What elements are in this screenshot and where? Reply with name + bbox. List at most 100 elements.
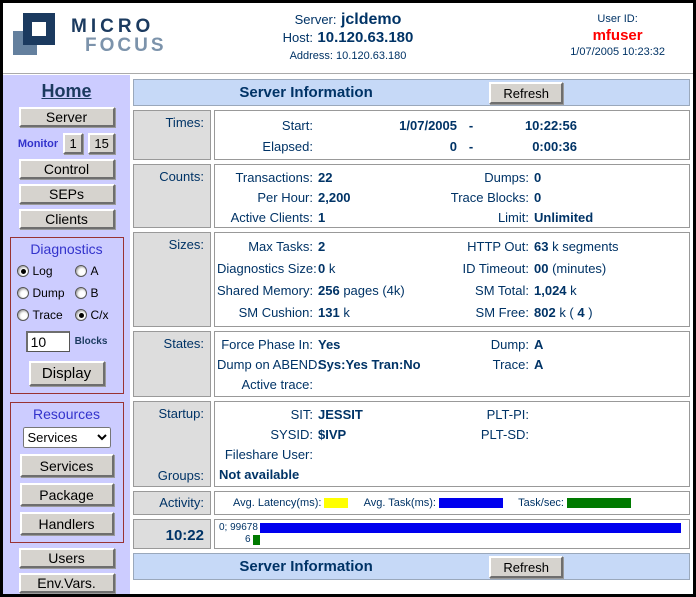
monitor-row: Monitor 1 15: [18, 133, 115, 154]
dumps-value: 0: [534, 170, 541, 185]
activity-legend: Avg. Latency(ms): Avg. Task(ms): Task/se…: [214, 491, 690, 515]
refresh-button-bottom[interactable]: Refresh: [489, 556, 563, 578]
activity-label: Activity:: [133, 491, 211, 515]
seps-button[interactable]: SEPs: [19, 184, 115, 204]
states-line: Dump on ABEND: Sys:Yes Tran:No Trace: A: [217, 355, 685, 375]
sizes-line: SM Cushion: 131 k SM Free: 802 k ( 4 ): [217, 302, 685, 324]
counts-line: Per Hour: 2,200 Trace Blocks: 0: [217, 188, 685, 208]
blocks-input[interactable]: [26, 331, 70, 352]
sm-cushion-value: 131: [318, 305, 340, 320]
header: MICRO FOCUS Server: jcldemo Host: 10.120…: [3, 3, 693, 74]
timestamp: 1/07/2005 10:23:32: [570, 46, 665, 58]
radio-option-cx: C/x: [75, 308, 117, 322]
a-radio[interactable]: [75, 265, 87, 277]
user-id-label: User ID:: [570, 13, 665, 25]
diagnostics-panel: Diagnostics Log A Dump B: [10, 237, 124, 394]
cx-radio[interactable]: [75, 309, 87, 321]
logo-text: MICRO FOCUS: [71, 17, 167, 55]
refresh-button-top[interactable]: Refresh: [489, 82, 563, 104]
trace-radio[interactable]: [17, 309, 29, 321]
ticker-content: 0; 99678 6: [214, 519, 690, 549]
transactions-value: 22: [318, 170, 332, 185]
sit-value: JESSIT: [318, 407, 363, 422]
diagnostics-title: Diagnostics: [30, 241, 102, 257]
micro-focus-logo: MICRO FOCUS: [13, 13, 167, 59]
app-window: MICRO FOCUS Server: jcldemo Host: 10.120…: [0, 0, 696, 597]
sizes-line: Diagnostics Size: 0 k ID Timeout: 00 (mi…: [217, 258, 685, 280]
monitor-15-button[interactable]: 15: [88, 133, 115, 154]
monitor-label: Monitor: [18, 138, 58, 150]
sizes-line: Shared Memory: 256 pages (4k) SM Total: …: [217, 280, 685, 302]
display-button[interactable]: Display: [29, 361, 105, 386]
sizes-content: Max Tasks: 2 HTTP Out: 63 k segments Dia…: [214, 232, 690, 327]
counts-row: Counts: Transactions: 22 Dumps: 0 Per Ho…: [133, 164, 690, 228]
elapsed-line: Elapsed: 0 - 0:00:36: [217, 136, 685, 157]
sm-free-value: 802: [534, 305, 556, 320]
b-radio[interactable]: [75, 287, 87, 299]
logo-square-dark: [23, 13, 55, 45]
ticker-line-2: 6: [245, 534, 685, 545]
server-info-table: Times: Start: 1/07/2005 - 10:22:56 Elaps…: [133, 110, 690, 580]
host-line: Host: 10.120.63.180: [283, 29, 414, 47]
elapsed-time: 0:00:36: [485, 136, 577, 157]
force-phase-in-value: Yes: [318, 337, 340, 352]
home-link[interactable]: Home: [41, 81, 91, 102]
startup-line: SIT: JESSIT PLT-PI:: [217, 405, 685, 425]
log-radio-label: Log: [33, 264, 53, 278]
sizes-line: Max Tasks: 2 HTTP Out: 63 k segments: [217, 236, 685, 258]
users-button[interactable]: Users: [19, 548, 115, 568]
sizes-label: Sizes:: [133, 232, 211, 327]
diagnostics-radio-group: Log A Dump B Trace: [17, 264, 117, 322]
sysid-value: $IVP: [318, 427, 346, 442]
task-swatch: [439, 498, 503, 508]
legend-avg-task: Avg. Task(ms):: [364, 497, 503, 509]
radio-option-dump: Dump: [17, 286, 75, 300]
startup-line: SYSID: $IVP PLT-SD:: [217, 425, 685, 445]
blocks-label: Blocks: [75, 336, 108, 347]
dump-radio-label: Dump: [33, 286, 65, 300]
envvars-button[interactable]: Env.Vars.: [19, 573, 115, 593]
task-sec-bar: [253, 535, 260, 545]
groups-value: Not available: [217, 465, 685, 485]
address-ip: 10.120.63.180: [336, 50, 406, 62]
ticker-line1-value: 0; 99678: [217, 522, 258, 533]
trace-state-value: A: [534, 357, 543, 372]
states-line: Active trace:: [217, 375, 685, 395]
radio-option-trace: Trace: [17, 308, 75, 322]
trace-blocks-value: 0: [534, 190, 541, 205]
states-label: States:: [133, 331, 211, 397]
services-button[interactable]: Services: [20, 454, 114, 477]
monitor-1-button[interactable]: 1: [63, 133, 83, 154]
http-out-value: 63: [534, 239, 548, 254]
host-ip: 10.120.63.180: [317, 29, 413, 46]
logo-line2: FOCUS: [85, 36, 167, 55]
user-id-value: mfuser: [570, 27, 665, 44]
startup-content: SIT: JESSIT PLT-PI: SYSID: $IVP PLT-SD: …: [214, 401, 690, 487]
handlers-button[interactable]: Handlers: [20, 512, 114, 535]
radio-option-a: A: [75, 264, 117, 278]
server-line: Server: jcldemo: [283, 11, 414, 29]
resources-select[interactable]: Services: [23, 427, 111, 448]
logo-line1: MICRO: [71, 17, 167, 36]
footer-title: Server Information: [134, 558, 478, 575]
server-button[interactable]: Server: [19, 107, 115, 127]
times-content: Start: 1/07/2005 - 10:22:56 Elapsed: 0 -…: [214, 110, 690, 160]
counts-label: Counts:: [133, 164, 211, 228]
server-info-footer-bar: Server Information Refresh: [133, 553, 690, 580]
legend-avg-latency: Avg. Latency(ms):: [233, 497, 348, 509]
dump-radio[interactable]: [17, 287, 29, 299]
clients-button[interactable]: Clients: [19, 209, 115, 229]
startup-line: Fileshare User:: [217, 445, 685, 465]
startup-groups-label: Startup: Groups:: [133, 401, 211, 487]
blocks-row: Blocks: [26, 331, 108, 352]
b-radio-label: B: [91, 286, 99, 300]
a-radio-label: A: [91, 264, 99, 278]
control-button[interactable]: Control: [19, 159, 115, 179]
limit-value: Unlimited: [534, 210, 593, 225]
log-radio[interactable]: [17, 265, 29, 277]
package-button[interactable]: Package: [20, 483, 114, 506]
startup-row: Startup: Groups: SIT: JESSIT PLT-PI: SYS…: [133, 401, 690, 487]
elapsed-days: 0: [313, 136, 457, 157]
times-row: Times: Start: 1/07/2005 - 10:22:56 Elaps…: [133, 110, 690, 160]
sm-total-value: 1,024: [534, 283, 567, 298]
